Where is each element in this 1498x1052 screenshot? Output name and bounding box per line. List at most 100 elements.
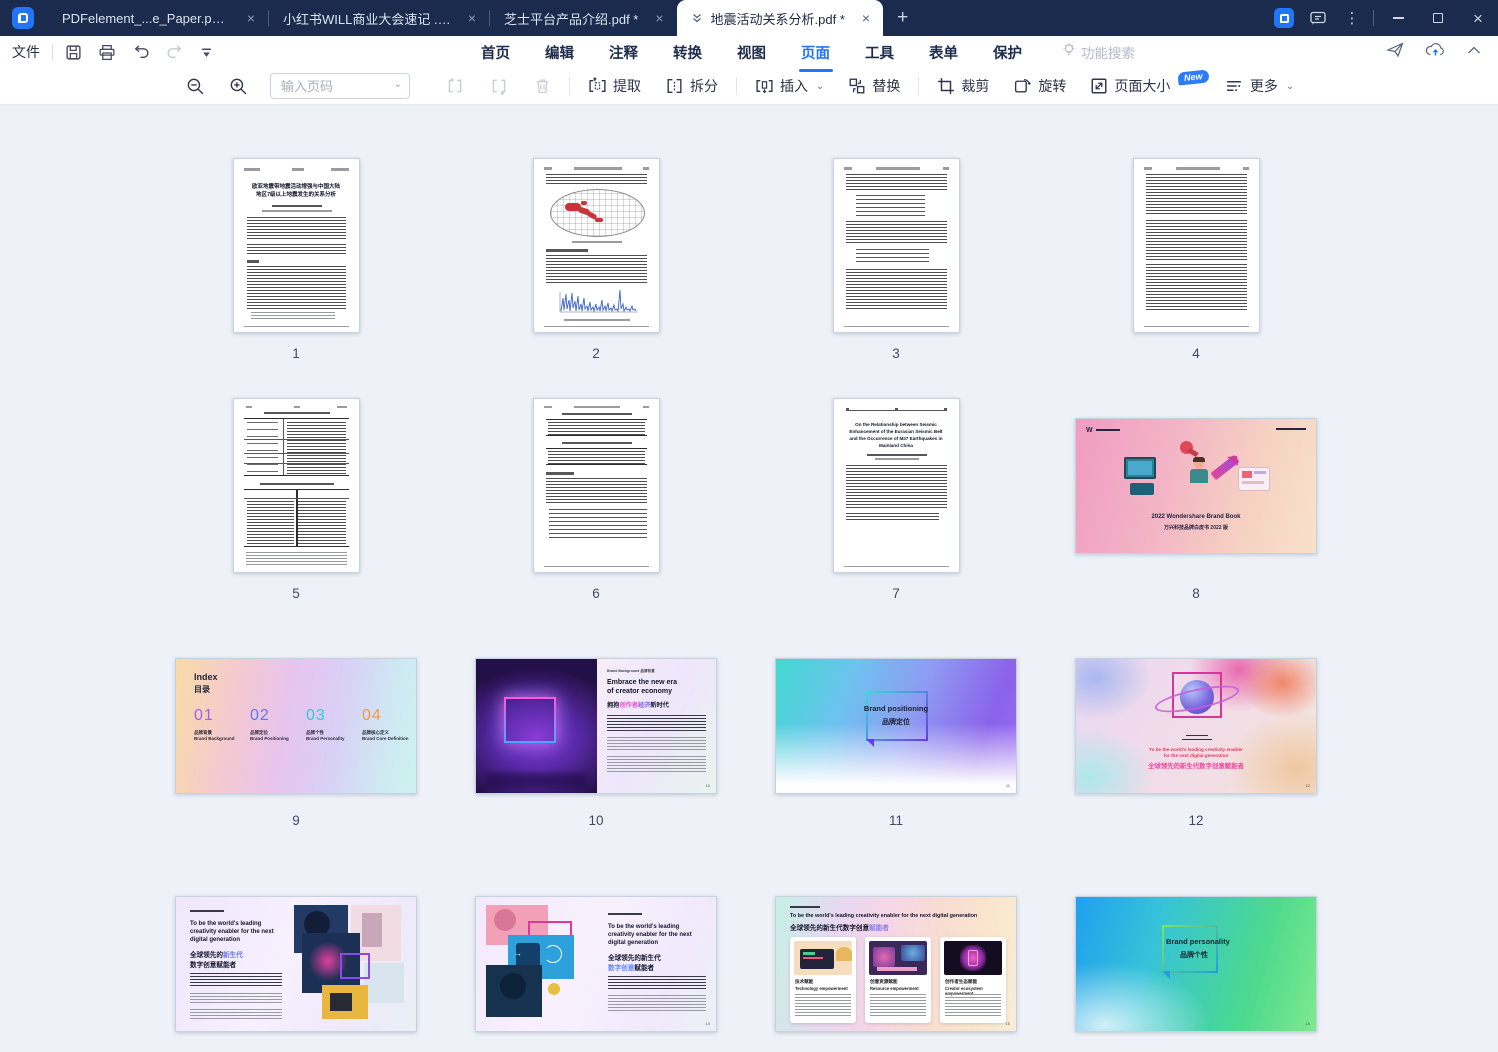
titlebar-separator [1373, 10, 1374, 26]
menu-edit[interactable]: 编辑 [543, 37, 576, 68]
vision-zh: 全球领先的新生代数字创意赋能者 [790, 922, 889, 932]
tab-close-icon[interactable]: × [244, 10, 258, 26]
tab-document-1[interactable]: PDFelement_...e_Paper.pdf * × [48, 0, 268, 36]
menubar: 文件 首页 编辑 注释 转换 视图 页面 工具 表单 保护 功能搜索 [0, 36, 1498, 68]
page-thumbnail-12[interactable]: To be the world's leading creativity ena… [1075, 658, 1317, 794]
rotate-label: 旋转 [1038, 76, 1066, 96]
tab-document-3[interactable]: 芝士平台产品介绍.pdf * × [490, 0, 677, 36]
share-icon[interactable] [1386, 41, 1405, 64]
tab-document-2[interactable]: 小红书WILL商业大会速记 .pdf × [269, 0, 489, 36]
maximize-button[interactable] [1418, 0, 1458, 36]
page-size-label: 页面大小 [1114, 76, 1170, 96]
cloud-upload-icon[interactable] [1425, 41, 1446, 64]
page-thumbnail-8[interactable]: W [1075, 418, 1317, 554]
page-thumbnail-9[interactable]: Index 目录 01 品牌背景 Brand Background 02 品牌定… [175, 658, 417, 794]
tab-close-icon[interactable]: × [859, 10, 873, 26]
tab-document-4-active[interactable]: 地震活动关系分析.pdf * × [677, 0, 884, 36]
page-number-input[interactable] [270, 73, 410, 99]
extract-label: 提取 [613, 76, 641, 96]
quick-access-dropdown-icon[interactable] [200, 46, 213, 59]
menu-page-active[interactable]: 页面 [799, 37, 832, 68]
page-thumbnail-7[interactable]: On the Relationship between Seismic Enha… [833, 398, 960, 573]
tab-close-icon[interactable]: × [652, 10, 666, 26]
more-dropdown-chevron-icon[interactable]: ⌄ [1286, 81, 1294, 92]
feature-search-label: 功能搜索 [1081, 42, 1135, 62]
app-logo-icon [12, 7, 34, 29]
vision-zh-2: 数字创意赋能者 [190, 959, 236, 969]
feature-search[interactable]: 功能搜索 [1062, 42, 1135, 62]
menu-convert[interactable]: 转换 [671, 37, 704, 68]
photo-collage [294, 905, 408, 1025]
undo-icon[interactable] [132, 44, 150, 61]
replace-label: 替换 [872, 76, 900, 96]
insert-dropdown-chevron-icon[interactable]: ⌄ [816, 81, 824, 92]
move-page-down-button [490, 77, 508, 95]
vision-zh-1: 全球领先的新生代 [190, 949, 243, 959]
zoom-in-button[interactable] [229, 77, 248, 96]
tab-label: PDFelement_...e_Paper.pdf * [62, 11, 230, 26]
slide-title-zh: 品牌定位 [776, 717, 1016, 727]
page1-title: 欧亚地震带地震活动增强与中国大陆地区7级以上地震发生的关系分析 [234, 183, 359, 199]
page-thumbnail-10[interactable]: Brand Background 品牌背景 Embrace the new er… [475, 658, 717, 794]
page-thumbnail-15[interactable]: To be the world's leading creativity ena… [775, 896, 1017, 1032]
page-thumbnail-5[interactable] [233, 398, 360, 573]
page-input-chevron-icon[interactable]: ⌄ [394, 79, 402, 90]
new-tab-button[interactable]: + [883, 7, 922, 29]
page-thumbnail-13[interactable]: To be the world's leadingcreativity enab… [175, 896, 417, 1032]
page-number-label: 11 [889, 813, 903, 828]
page-thumbnail-16[interactable]: Brand personality 品牌个性 16 [1075, 896, 1317, 1032]
neon-art-image [476, 659, 597, 794]
replace-pages-button[interactable]: 替换 [848, 76, 900, 96]
vision-zh-1: 全球领先的新生代 [608, 952, 661, 962]
page-number-label: 12 [1188, 813, 1203, 828]
vision-zh: 全球领先的新生代数字创意赋能者 [1076, 761, 1316, 770]
file-menu[interactable]: 文件 [12, 42, 40, 62]
slide-title-en: Brand personality [1166, 937, 1230, 946]
tab-close-icon[interactable]: × [465, 10, 479, 26]
page-number-label: 6 [592, 586, 600, 601]
slide-title-en: Brand positioning [776, 704, 1016, 713]
collapse-ribbon-icon[interactable] [1466, 43, 1482, 61]
menu-home[interactable]: 首页 [479, 37, 512, 68]
slide-title-zh: 品牌个性 [1180, 950, 1208, 960]
page-thumbnail-2[interactable] [533, 158, 660, 333]
speech-bubble-frame [1162, 925, 1218, 973]
delete-page-button [534, 77, 551, 95]
vision-en: To be the world's leadingcreativity enab… [190, 920, 274, 944]
more-tools-button[interactable]: 更多 ⌄ [1225, 76, 1294, 96]
split-pages-button[interactable]: 拆分 [665, 76, 718, 96]
page-thumbnail-6[interactable] [533, 398, 660, 573]
more-menu-kebab-icon[interactable]: ⋮ [1335, 0, 1369, 36]
menu-tools[interactable]: 工具 [863, 37, 896, 68]
menu-protect[interactable]: 保护 [991, 37, 1024, 68]
page-thumbnail-11[interactable]: Brand positioning 品牌定位 11 [775, 658, 1017, 794]
page-thumbnail-14[interactable]: → To be the world's leadingcreativity en… [475, 896, 717, 1032]
menu-comment[interactable]: 注释 [607, 37, 640, 68]
page-size-button[interactable]: 页面大小 New [1090, 76, 1207, 96]
page-thumbnail-3[interactable] [833, 158, 960, 333]
index-items: 01 品牌背景 Brand Background 02 品牌定位 Brand P… [194, 707, 412, 741]
menu-form[interactable]: 表单 [927, 37, 960, 68]
more-label: 更多 [1250, 76, 1278, 96]
page-number-field: ⌄ [270, 73, 410, 99]
page-toolbar: ⌄ 提取 拆分 插入 ⌄ 替换 裁剪 旋转 页面大小 [0, 68, 1498, 105]
minimize-button[interactable] [1378, 0, 1418, 36]
rotate-pages-button[interactable]: 旋转 [1013, 76, 1066, 96]
menu-view[interactable]: 视图 [735, 37, 768, 68]
print-icon[interactable] [98, 44, 116, 61]
speech-bubble-frame [866, 691, 928, 741]
zoom-out-button[interactable] [186, 77, 205, 96]
page-thumbnail-4[interactable] [1133, 158, 1260, 333]
cover-title-zh: 万兴科技品牌白皮书 2022 版 [1076, 524, 1316, 531]
save-icon[interactable] [65, 44, 82, 61]
feedback-icon[interactable] [1301, 0, 1335, 36]
menubar-separator [52, 45, 53, 60]
insert-pages-button[interactable]: 插入 ⌄ [755, 76, 824, 96]
page-thumbnail-1[interactable]: 欧亚地震带地震活动增强与中国大陆地区7级以上地震发生的关系分析 [233, 158, 360, 333]
crop-pages-button[interactable]: 裁剪 [937, 76, 989, 96]
chevron-double-down-icon[interactable] [691, 12, 703, 24]
extract-pages-button[interactable]: 提取 [588, 76, 641, 96]
pdfelement-badge-icon[interactable] [1267, 0, 1301, 36]
close-button[interactable]: × [1458, 0, 1498, 36]
page7-title: On the Relationship between Seismic Enha… [834, 421, 959, 449]
